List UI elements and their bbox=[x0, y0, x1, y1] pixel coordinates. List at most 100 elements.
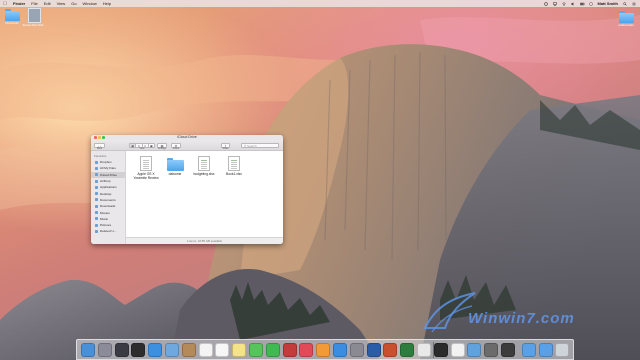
volume-icon[interactable] bbox=[571, 1, 576, 6]
file-browser: Apple OS X Yosemite Review datsome budge… bbox=[126, 151, 283, 237]
battery-icon[interactable] bbox=[579, 2, 585, 6]
itunes-icon[interactable] bbox=[299, 343, 314, 357]
zoom-button[interactable] bbox=[102, 136, 105, 139]
apple-icon[interactable]:  bbox=[0, 1, 10, 7]
list-icon[interactable] bbox=[631, 2, 636, 6]
back-forward-buttons[interactable]: ‹ › bbox=[94, 142, 105, 148]
minimize-button[interactable] bbox=[98, 136, 101, 139]
file-name: Book1.xlsx bbox=[226, 172, 242, 176]
downloads-stack-icon[interactable] bbox=[521, 343, 536, 357]
menu-help[interactable]: Help bbox=[100, 0, 114, 7]
menu-go[interactable]: Go bbox=[68, 0, 79, 7]
chevron-right-icon[interactable]: › bbox=[100, 144, 101, 148]
movies-icon bbox=[95, 211, 98, 215]
powerpoint-icon[interactable] bbox=[383, 343, 398, 357]
file-name: Apple OS X Yosemite Review bbox=[133, 172, 159, 181]
calendar-icon[interactable] bbox=[198, 343, 213, 357]
downloads-icon bbox=[95, 204, 98, 208]
user-name[interactable]: Matt Smith bbox=[598, 1, 618, 6]
finder-sidebar: Favorites Dropbox All My Files iCloud Dr… bbox=[91, 151, 126, 244]
action-button[interactable]: ⚙ bbox=[171, 142, 181, 148]
photos-icon[interactable] bbox=[417, 343, 431, 357]
search-icon[interactable] bbox=[622, 1, 627, 6]
photo-booth-icon[interactable] bbox=[282, 343, 297, 357]
file-item[interactable]: datsome bbox=[159, 154, 191, 176]
terminal-icon[interactable] bbox=[433, 343, 448, 357]
gear-icon: ⚙ bbox=[174, 143, 178, 148]
desktop-icon-label: untitled folder bbox=[618, 24, 634, 27]
folder-icon bbox=[4, 9, 20, 21]
notes-icon[interactable] bbox=[232, 343, 247, 357]
close-button[interactable] bbox=[94, 136, 97, 139]
arrange-button[interactable]: ▦ bbox=[157, 142, 167, 148]
status-bar: 4 items, 18.85 GB available bbox=[126, 237, 283, 244]
cover-flow-icon[interactable]: ▣ bbox=[149, 144, 154, 148]
system-preferences-icon[interactable] bbox=[349, 343, 364, 357]
sync-icon[interactable] bbox=[544, 1, 549, 6]
reminders-icon[interactable] bbox=[215, 343, 230, 357]
wifi-icon[interactable] bbox=[562, 2, 567, 6]
desktop-icon-untitled-folder[interactable]: untitled folder bbox=[614, 11, 638, 27]
sidebar-item-label: Pictures bbox=[100, 223, 112, 228]
calculator-icon[interactable] bbox=[484, 343, 499, 357]
finder-icon[interactable] bbox=[81, 343, 95, 357]
sidebar-item-label: Applications bbox=[100, 185, 117, 190]
menu-window[interactable]: Window bbox=[80, 0, 100, 7]
watermark-logo: Winwin7.com bbox=[420, 288, 635, 338]
arrange-icon: ▦ bbox=[160, 143, 164, 148]
word-icon[interactable] bbox=[366, 343, 381, 357]
all-files-icon bbox=[95, 166, 98, 170]
activity-monitor-icon[interactable] bbox=[501, 343, 515, 357]
desktop-icon-label: Documents bbox=[5, 22, 19, 25]
cloud-icon bbox=[95, 173, 98, 177]
file-item[interactable]: Apple OS X Yosemite Review bbox=[130, 154, 162, 180]
view-caption: View bbox=[139, 148, 145, 150]
finder-toolbar: ‹ › Back ▦ ≡ ‖ ▣ View ▦ Arrange ⚙ Action… bbox=[91, 140, 283, 151]
sidebar-item-deleted[interactable]: Deleted U... bbox=[91, 228, 125, 234]
mission-control-icon[interactable] bbox=[114, 343, 129, 357]
messages-icon[interactable] bbox=[249, 343, 263, 357]
search-placeholder: Search bbox=[247, 143, 257, 148]
finder-window: iCloud Drive ‹ › Back ▦ ≡ ‖ ▣ View ▦ Arr… bbox=[91, 135, 283, 244]
desktop-icon-label: Screen Shot 2014... bbox=[22, 24, 46, 27]
file-item[interactable]: budgeting.xlsx bbox=[188, 154, 220, 176]
documents-icon bbox=[95, 198, 98, 202]
trash-icon[interactable] bbox=[555, 343, 570, 357]
mail-icon[interactable] bbox=[165, 343, 179, 357]
sidebar-item-label: Music bbox=[100, 216, 109, 221]
dashboard-icon[interactable] bbox=[131, 343, 146, 357]
search-field[interactable]: ⚲ Search bbox=[241, 142, 279, 148]
app-store-icon[interactable] bbox=[333, 343, 347, 357]
sidebar-item-label: Deleted U... bbox=[100, 229, 117, 234]
menu-view[interactable]: View bbox=[54, 0, 69, 7]
screenshot-icon bbox=[27, 8, 41, 23]
menu-edit[interactable]: Edit bbox=[41, 0, 54, 7]
arrange-caption: Arrange bbox=[157, 148, 167, 150]
action-caption: Action bbox=[172, 148, 180, 150]
preview-icon[interactable] bbox=[467, 343, 482, 357]
spreadsheet-icon bbox=[228, 156, 240, 171]
documents-stack-icon[interactable] bbox=[538, 343, 553, 357]
textedit-icon[interactable] bbox=[450, 343, 465, 357]
file-item[interactable]: Book1.xlsx bbox=[218, 154, 250, 176]
menu-finder[interactable]: Finder bbox=[10, 0, 28, 7]
share-button[interactable]: ⇧ bbox=[221, 142, 230, 148]
chevron-left-icon[interactable]: ‹ bbox=[98, 144, 99, 148]
folder-icon bbox=[618, 11, 634, 23]
excel-icon[interactable] bbox=[400, 343, 415, 357]
clock-icon bbox=[589, 1, 594, 6]
contacts-icon[interactable] bbox=[181, 343, 196, 357]
launchpad-icon[interactable] bbox=[97, 343, 112, 357]
facetime-icon[interactable] bbox=[265, 343, 280, 357]
share-icon: ⇧ bbox=[224, 143, 227, 148]
menu-file[interactable]: File bbox=[28, 0, 40, 7]
desktop-icon-documents[interactable]: Documents bbox=[0, 9, 24, 25]
safari-icon[interactable] bbox=[148, 343, 163, 357]
ibooks-icon[interactable] bbox=[316, 343, 331, 357]
desktop-icon-screenshot[interactable]: Screen Shot 2014... bbox=[22, 8, 46, 27]
back-caption: Back bbox=[96, 148, 103, 150]
sidebar-item-label: Downloads bbox=[100, 204, 116, 209]
airplay-icon[interactable] bbox=[553, 1, 558, 6]
airdrop-icon bbox=[95, 179, 98, 183]
view-segmented-control[interactable]: ▦ ≡ ‖ ▣ bbox=[129, 142, 155, 148]
